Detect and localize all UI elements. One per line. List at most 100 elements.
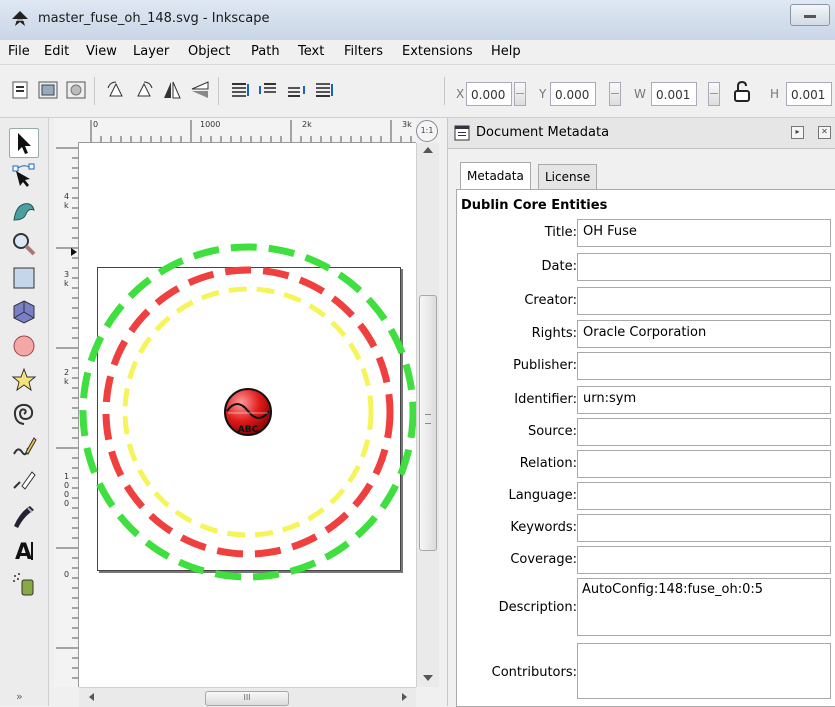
scroll-up-icon[interactable] (423, 147, 433, 153)
title-field[interactable]: OH Fuse (577, 219, 831, 247)
text-tool-icon[interactable]: A (10, 536, 38, 564)
rotate-ccw-icon[interactable] (104, 78, 128, 102)
w-label: W (634, 87, 646, 101)
source-label: Source: (527, 424, 577, 439)
relation-field[interactable] (577, 450, 831, 478)
rectangle-tool-icon[interactable] (10, 264, 38, 292)
inkscape-logo-icon (12, 11, 28, 26)
field-row-description: Description: AutoConfig:148:fuse_oh:0:5 (457, 578, 835, 638)
description-field[interactable]: AutoConfig:148:fuse_oh:0:5 (577, 578, 831, 636)
window-title: master_fuse_oh_148.svg - Inkscape (38, 11, 270, 26)
star-tool-icon[interactable] (10, 366, 38, 394)
pen-tool-icon[interactable] (10, 468, 38, 496)
relation-label: Relation: (519, 456, 577, 471)
pencil-tool-icon[interactable] (10, 434, 38, 462)
calligraphy-tool-icon[interactable] (10, 502, 38, 530)
tool-controls-bar: X 0.000 Y 0.000 W 0.001 H 0.001 (0, 65, 835, 118)
menu-view[interactable]: View (86, 44, 117, 59)
flip-horizontal-icon[interactable] (160, 78, 184, 102)
tweak-tool-icon[interactable] (10, 196, 38, 224)
ellipse-tool-icon[interactable] (10, 332, 38, 360)
vertical-ruler[interactable]: 4k 3k 2k 1000 0 (54, 142, 79, 687)
scroll-left-icon[interactable] (89, 693, 94, 701)
select-all-icon[interactable] (8, 78, 32, 102)
select-all-layers-icon[interactable] (36, 78, 60, 102)
identifier-field[interactable]: urn:sym (577, 386, 831, 414)
drawing-canvas[interactable]: ABC (79, 143, 416, 687)
scroll-right-icon[interactable] (402, 693, 407, 701)
language-field[interactable] (577, 482, 831, 510)
language-label: Language: (508, 488, 577, 503)
node-tool-icon[interactable] (10, 162, 38, 190)
panel-close-icon[interactable]: ✕ (818, 126, 831, 139)
flip-vertical-icon[interactable] (188, 78, 212, 102)
field-row-rights: Rights: Oracle Corporation (457, 320, 835, 348)
3d-box-tool-icon[interactable] (10, 298, 38, 326)
lock-icon[interactable] (732, 80, 752, 104)
description-label: Description: (498, 600, 577, 615)
field-row-source: Source: (457, 418, 835, 446)
menu-extensions[interactable]: Extensions (402, 44, 473, 59)
menu-path[interactable]: Path (251, 44, 280, 59)
spray-tool-icon[interactable] (10, 570, 38, 598)
toolbox: A » (0, 118, 49, 706)
contributors-label: Contributors: (491, 665, 577, 680)
w-spinner[interactable] (708, 82, 720, 106)
keywords-field[interactable] (577, 514, 831, 542)
svg-text:A: A (15, 540, 32, 564)
rotate-cw-icon[interactable] (132, 78, 156, 102)
creator-field[interactable] (577, 287, 831, 315)
rights-field[interactable]: Oracle Corporation (577, 320, 831, 348)
title-label: Title: (544, 225, 577, 240)
coverage-field[interactable] (577, 546, 831, 574)
menu-layer[interactable]: Layer (133, 44, 169, 59)
toolbar-separator (444, 77, 445, 105)
menu-help[interactable]: Help (491, 44, 521, 59)
date-field[interactable] (577, 253, 831, 281)
toolbox-expand-icon[interactable]: » (16, 690, 23, 703)
field-row-contributors: Contributors: (457, 643, 835, 701)
y-spinner[interactable] (609, 82, 621, 106)
raise-icon[interactable] (256, 78, 280, 102)
horizontal-scrollbar[interactable]: III (79, 687, 416, 707)
vertical-scrollbar[interactable] (416, 143, 439, 687)
publisher-field[interactable] (577, 352, 831, 380)
ruler-label: 0 (93, 120, 99, 129)
coverage-label: Coverage: (510, 552, 577, 567)
horizontal-ruler[interactable]: 0 1000 2k 3k (79, 118, 416, 143)
selector-tool-icon[interactable] (9, 128, 39, 158)
x-input[interactable]: 0.000 (466, 82, 512, 106)
raise-to-top-icon[interactable] (228, 78, 252, 102)
tab-license[interactable]: License (538, 164, 598, 189)
menu-edit[interactable]: Edit (44, 44, 69, 59)
minimize-button[interactable] (790, 4, 830, 26)
vertical-ruler-ticks (56, 147, 78, 679)
y-label: Y (539, 87, 547, 101)
field-row-title: Title: OH Fuse (457, 219, 835, 247)
lower-to-bottom-icon[interactable] (312, 78, 336, 102)
menu-file[interactable]: File (8, 44, 30, 59)
horizontal-scroll-thumb[interactable]: III (205, 691, 289, 706)
toolbar-separator (94, 77, 95, 105)
scroll-down-icon[interactable] (423, 675, 433, 681)
zoom-tool-icon[interactable] (10, 230, 38, 258)
contributors-field[interactable] (577, 643, 831, 699)
menu-bar: File Edit View Layer Object Path Text Fi… (0, 40, 835, 65)
h-input[interactable]: 0.001 (786, 82, 832, 106)
spiral-tool-icon[interactable] (10, 400, 38, 428)
source-field[interactable] (577, 418, 831, 446)
lower-icon[interactable] (284, 78, 308, 102)
menu-text[interactable]: Text (298, 44, 324, 59)
panel-collapse-icon[interactable]: ▸ (791, 126, 804, 139)
tab-metadata[interactable]: Metadata (460, 162, 531, 190)
deselect-icon[interactable] (64, 78, 88, 102)
ruler-marker-icon (71, 248, 77, 256)
x-spinner[interactable] (514, 82, 526, 106)
publisher-label: Publisher: (513, 358, 577, 373)
menu-object[interactable]: Object (188, 44, 230, 59)
y-input[interactable]: 0.000 (550, 82, 596, 106)
menu-filters[interactable]: Filters (344, 44, 383, 59)
vertical-scroll-thumb[interactable] (419, 295, 437, 551)
w-input[interactable]: 0.001 (651, 82, 697, 106)
zoom-fit-icon[interactable]: 1:1 (416, 120, 438, 142)
